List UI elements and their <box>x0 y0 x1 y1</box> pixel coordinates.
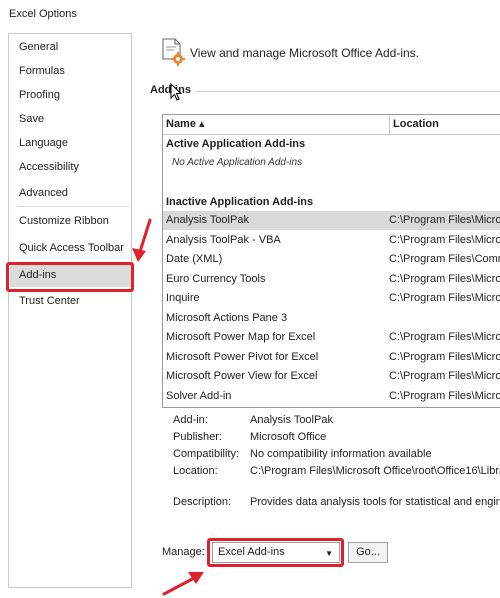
row-name: Microsoft Actions Pane 3 <box>166 312 288 324</box>
section-divider <box>196 91 500 92</box>
sidebar-item-general[interactable]: General <box>19 37 139 57</box>
row-location: C:\Program Files\Micros <box>389 351 500 363</box>
sidebar-item-trust-center[interactable]: Trust Center <box>19 291 139 311</box>
sidebar-item-language[interactable]: Language <box>19 133 139 153</box>
detail-value-description: Provides data analysis tools for statist… <box>250 496 500 508</box>
manage-label: Manage: <box>162 546 205 558</box>
table-row[interactable]: Solver Add-in C:\Program Files\Micros <box>163 387 500 406</box>
table-row[interactable]: Microsoft Power Map for Excel C:\Program… <box>163 328 500 347</box>
sidebar-item-quick-access-toolbar[interactable]: Quick Access Toolbar <box>19 238 139 258</box>
sidebar-item-proofing[interactable]: Proofing <box>19 85 139 105</box>
go-button[interactable]: Go... <box>348 542 388 563</box>
table-row[interactable]: Microsoft Power View for Excel C:\Progra… <box>163 367 500 386</box>
column-header-location[interactable]: Location <box>389 115 500 134</box>
table-row[interactable]: Microsoft Power Pivot for Excel C:\Progr… <box>163 348 500 367</box>
detail-value-location: C:\Program Files\Microsoft Office\root\O… <box>250 465 500 477</box>
row-name: Microsoft Power View for Excel <box>166 370 318 382</box>
empty-state-label: No Active Application Add-ins <box>172 157 303 168</box>
red-arrow-icon <box>132 218 152 262</box>
red-arrow-icon <box>162 572 204 596</box>
sidebar-item-formulas[interactable]: Formulas <box>19 61 139 81</box>
detail-value-addin: Analysis ToolPak <box>250 414 333 426</box>
row-location: C:\Program Files\Micros <box>389 273 500 285</box>
table-header: Name ▴ Location <box>163 115 500 135</box>
detail-label-addin: Add-in: <box>173 414 208 426</box>
table-row[interactable]: Euro Currency Tools C:\Program Files\Mic… <box>163 270 500 289</box>
window-title: Excel Options <box>9 8 77 20</box>
row-name: Solver Add-in <box>166 390 232 402</box>
detail-value-compatibility: No compatibility information available <box>250 448 432 460</box>
row-name: Date (XML) <box>166 253 223 265</box>
options-sidebar: General Formulas Proofing Save Language … <box>8 33 132 588</box>
column-header-name[interactable]: Name ▴ <box>166 115 386 134</box>
sidebar-item-save[interactable]: Save <box>19 109 139 129</box>
row-location: C:\Program Files\Comm <box>389 253 500 265</box>
row-location: C:\Program Files\Micros <box>389 370 500 382</box>
manage-highlight-box <box>207 538 344 567</box>
row-location: C:\Program Files\Micros <box>389 331 500 343</box>
detail-label-location: Location: <box>173 465 218 477</box>
sidebar-item-accessibility[interactable]: Accessibility <box>19 157 139 177</box>
group-header-inactive: Inactive Application Add-ins <box>166 196 314 208</box>
sidebar-divider <box>17 206 129 207</box>
page-description: View and manage Microsoft Office Add-ins… <box>190 46 420 60</box>
detail-value-publisher: Microsoft Office <box>250 431 327 443</box>
row-name: Inquire <box>166 292 200 304</box>
sidebar-item-customize-ribbon[interactable]: Customize Ribbon <box>19 211 139 231</box>
table-row[interactable]: Date (XML) C:\Program Files\Comm <box>163 250 500 269</box>
add-ins-table: Name ▴ Location Active Application Add-i… <box>162 114 500 408</box>
row-name: Euro Currency Tools <box>166 273 266 285</box>
row-name: Microsoft Power Map for Excel <box>166 331 316 343</box>
table-row[interactable]: Analysis ToolPak C:\Program Files\Micros <box>163 211 500 230</box>
mouse-cursor-icon <box>170 83 183 101</box>
add-ins-highlight-box <box>6 262 134 292</box>
group-header-active: Active Application Add-ins <box>166 138 306 150</box>
detail-label-description: Description: <box>173 496 232 508</box>
row-location: C:\Program Files\Micros <box>389 234 500 246</box>
sidebar-item-advanced[interactable]: Advanced <box>19 183 139 203</box>
table-row[interactable]: Inquire C:\Program Files\Micros <box>163 289 500 308</box>
row-name: Analysis ToolPak - VBA <box>166 234 281 246</box>
detail-label-publisher: Publisher: <box>173 431 222 443</box>
row-name: Microsoft Power Pivot for Excel <box>166 351 319 363</box>
row-location: C:\Program Files\Micros <box>389 214 500 226</box>
row-location: C:\Program Files\Micros <box>389 292 500 304</box>
row-name: Analysis ToolPak <box>166 214 249 226</box>
table-row[interactable]: Microsoft Actions Pane 3 <box>163 309 500 328</box>
detail-label-compatibility: Compatibility: <box>173 448 240 460</box>
row-location: C:\Program Files\Micros <box>389 390 500 402</box>
addins-gear-icon <box>162 38 185 66</box>
table-row[interactable]: Analysis ToolPak - VBA C:\Program Files\… <box>163 231 500 250</box>
